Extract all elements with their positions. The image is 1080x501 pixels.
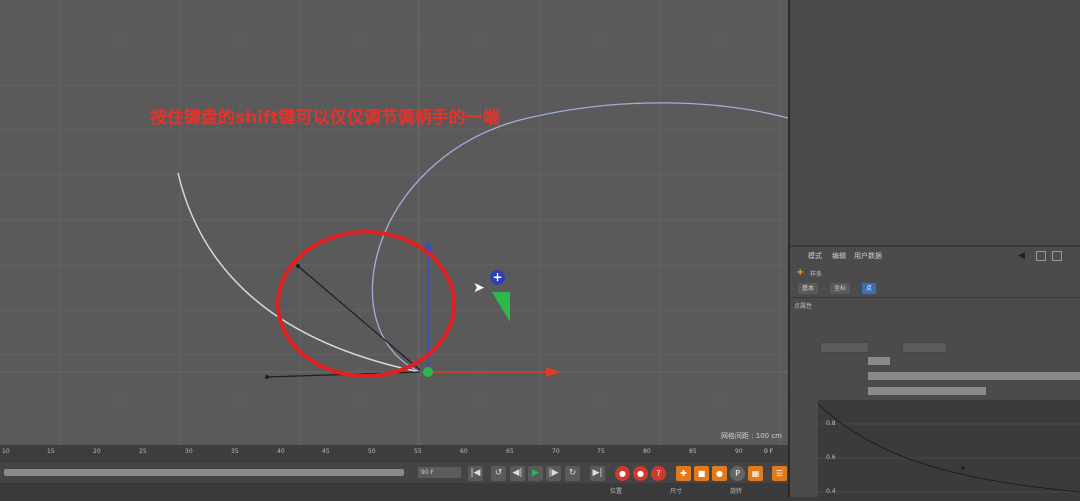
tick-label: 10: [2, 448, 10, 455]
arrow-cursor-icon: ➤: [473, 280, 485, 296]
tick-label: 30: [185, 448, 193, 455]
value-field-2[interactable]: [902, 342, 947, 353]
slider-2[interactable]: [868, 372, 1080, 380]
tab-basic[interactable]: 基本: [798, 283, 819, 294]
tick-label: 90: [735, 448, 743, 455]
tick-label: 70: [552, 448, 560, 455]
plus-icon: +: [490, 270, 505, 285]
position-label: 位置: [610, 488, 623, 495]
tangent-handle-upper: [297, 265, 421, 371]
tick-label: 25: [139, 448, 147, 455]
auto-key-icon[interactable]: ●: [633, 466, 648, 481]
value-field-1[interactable]: [820, 342, 869, 353]
tick-label: 65: [506, 448, 514, 455]
viewport-grid: [0, 0, 788, 445]
menu-user-data[interactable]: 用户数据: [854, 251, 882, 263]
add-icon[interactable]: [1052, 251, 1062, 261]
go-to-start-button[interactable]: |◀: [468, 466, 483, 481]
object-plus-icon: +: [796, 267, 805, 278]
selected-point: [423, 367, 433, 377]
tick-label: 80: [643, 448, 651, 455]
arrow-left-icon[interactable]: ◀: [1018, 251, 1025, 261]
frame-range-slider[interactable]: [4, 469, 404, 476]
step-forward-button[interactable]: |▶: [546, 466, 561, 481]
tick-label: 60: [460, 448, 468, 455]
lock-icon[interactable]: [1036, 251, 1046, 261]
3d-viewport[interactable]: + ➤ 按住键盘的shift键可以仅仅调节调柄手的一端 网格间距 : 100 c…: [0, 0, 788, 445]
coordinate-bar: 位置 尺寸 旋转: [0, 483, 788, 497]
param-key-icon[interactable]: P: [730, 466, 745, 481]
tick-label: 20: [93, 448, 101, 455]
object-manager-panel: [790, 0, 1080, 245]
move-key-icon[interactable]: ✚: [676, 466, 691, 481]
section-title: 点属性: [794, 303, 813, 310]
curve-label-mid: 0.6: [826, 454, 836, 461]
grid-size-label: 网格间距 : 100 cm: [720, 432, 782, 440]
section-divider: [790, 297, 1080, 298]
slider-1[interactable]: [868, 357, 890, 365]
scale-key-icon[interactable]: ■: [694, 466, 709, 481]
tick-label: 15: [47, 448, 55, 455]
prev-key-button[interactable]: ↺: [491, 466, 506, 481]
spline-curve-white: [177, 172, 421, 373]
tick-label: 75: [597, 448, 605, 455]
tick-label: 85: [689, 448, 697, 455]
play-icon[interactable]: ▶: [528, 466, 543, 481]
size-label: 尺寸: [670, 488, 683, 495]
tick-label: 55: [414, 448, 422, 455]
tab-coord[interactable]: 坐标: [830, 283, 851, 294]
go-to-end-button[interactable]: ▶|: [590, 466, 605, 481]
record-icon[interactable]: ●: [615, 466, 630, 481]
timeline-icon[interactable]: ☰: [772, 466, 787, 481]
curve-preview: 0.8 0.6 0.4: [817, 400, 1080, 497]
step-back-button[interactable]: ◀|: [510, 466, 525, 481]
tick-label: 35: [231, 448, 239, 455]
curve-label-low: 0.4: [826, 488, 836, 495]
menu-mode[interactable]: 模式: [808, 251, 822, 263]
tick-label: 40: [277, 448, 285, 455]
ruler-end-label: 0 F: [764, 448, 774, 455]
tab-point[interactable]: 点: [862, 283, 877, 294]
next-key-button[interactable]: ↻: [565, 466, 580, 481]
annotation-text: 按住键盘的shift键可以仅仅调节调柄手的一端: [150, 108, 500, 128]
tick-label: 50: [368, 448, 376, 455]
tick-label: 45: [322, 448, 330, 455]
slider-3[interactable]: [868, 387, 986, 395]
object-label: 样条: [810, 271, 823, 278]
spline-curve-blue: [371, 102, 788, 373]
keyframe-selection-icon[interactable]: ?: [651, 466, 666, 481]
rotation-label: 旋转: [730, 488, 743, 495]
current-frame-field[interactable]: 90 F: [418, 467, 461, 478]
curve-graph: [817, 403, 1080, 493]
point-level-icon[interactable]: ▦: [748, 466, 763, 481]
transport-bar: 90 F: [0, 463, 788, 483]
timeline-ruler[interactable]: 10 15 20 25 30 35 40 45 50 55 60 65 70 7…: [0, 445, 788, 463]
curve-label-top: 0.8: [826, 420, 836, 427]
rotate-key-icon[interactable]: ●: [712, 466, 727, 481]
menu-edit[interactable]: 编辑: [832, 251, 846, 263]
